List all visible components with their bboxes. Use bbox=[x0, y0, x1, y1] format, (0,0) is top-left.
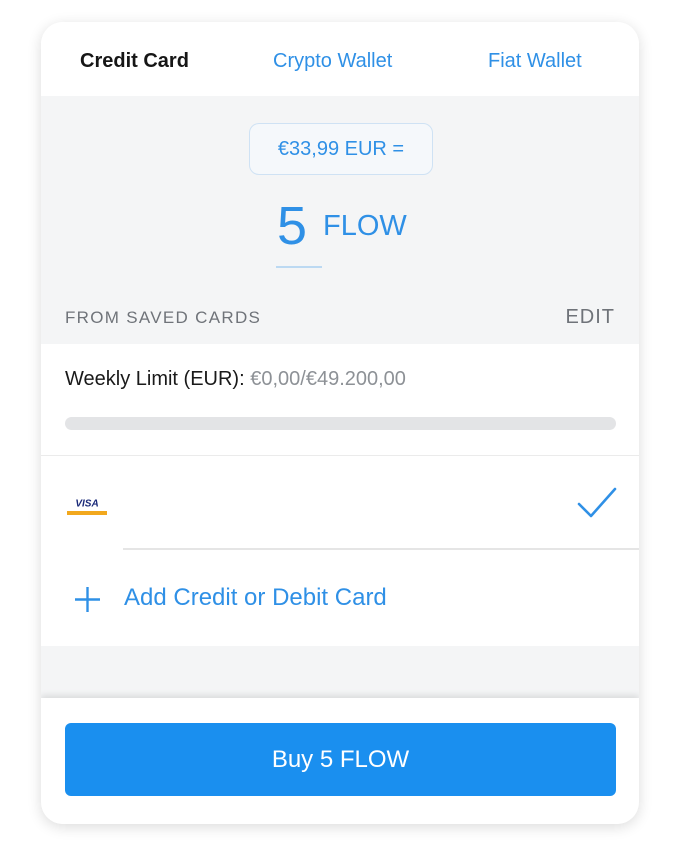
amount-input-underline bbox=[276, 266, 322, 268]
tab-credit-card[interactable]: Credit Card bbox=[80, 22, 189, 96]
visa-card-icon: VISA bbox=[67, 491, 107, 515]
token-unit-label: FLOW bbox=[323, 210, 407, 242]
token-amount-display: 5 FLOW bbox=[41, 190, 639, 266]
payment-method-tabs: Credit Card Crypto Wallet Fiat Wallet bbox=[41, 22, 639, 96]
weekly-limit-label: Weekly Limit (EUR): bbox=[65, 368, 245, 390]
weekly-limit-progress-bar bbox=[65, 417, 616, 430]
visa-card-text: VISA bbox=[75, 499, 98, 510]
weekly-limit-value: €0,00/€49.200,00 bbox=[250, 368, 406, 390]
buy-flow-panel: Credit Card Crypto Wallet Fiat Wallet €3… bbox=[41, 22, 639, 824]
edit-cards-button[interactable]: EDIT bbox=[565, 306, 615, 329]
weekly-limit-section: Weekly Limit (EUR): €0,00/€49.200,00 bbox=[41, 344, 639, 456]
plus-icon bbox=[75, 587, 100, 612]
buy-button[interactable]: Buy 5 FLOW bbox=[65, 723, 616, 796]
token-amount-input[interactable]: 5 bbox=[277, 190, 307, 262]
weekly-limit-text: Weekly Limit (EUR): €0,00/€49.200,00 bbox=[65, 368, 406, 391]
saved-cards-heading: FROM SAVED CARDS bbox=[65, 308, 262, 327]
saved-card-row[interactable]: VISA bbox=[41, 456, 639, 550]
footer-bar: Buy 5 FLOW bbox=[41, 698, 639, 824]
spacer-area bbox=[41, 646, 639, 698]
checkmark-icon bbox=[577, 487, 617, 518]
tab-fiat-wallet[interactable]: Fiat Wallet bbox=[488, 22, 582, 96]
add-card-label[interactable]: Add Credit or Debit Card bbox=[124, 584, 387, 612]
amount-section: €33,99 EUR = 5 FLOW FROM SAVED CARDS EDI… bbox=[41, 96, 639, 344]
add-card-row[interactable]: Add Credit or Debit Card bbox=[41, 550, 639, 646]
fiat-amount-badge[interactable]: €33,99 EUR = bbox=[249, 123, 433, 175]
tab-crypto-wallet[interactable]: Crypto Wallet bbox=[273, 22, 392, 96]
